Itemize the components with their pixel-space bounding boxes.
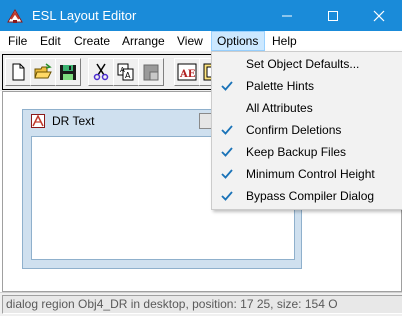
menu-item-label: All Attributes xyxy=(246,101,313,115)
cut-scissors-icon xyxy=(93,63,109,81)
menu-item-label: Palette Hints xyxy=(246,79,315,93)
maximize-icon xyxy=(328,11,338,21)
checkmark-icon xyxy=(221,81,233,91)
region-title: DR Text xyxy=(52,114,95,128)
copy-icon: A A xyxy=(117,63,134,81)
new-file-icon xyxy=(12,63,25,81)
menu-item-all-attributes[interactable]: All Attributes xyxy=(212,97,402,119)
checkmark-icon xyxy=(221,191,233,201)
new-button[interactable] xyxy=(5,58,31,86)
paste-button[interactable] xyxy=(138,58,164,86)
svg-text:A: A xyxy=(125,71,131,80)
checkmark-icon xyxy=(221,147,233,157)
region-icon xyxy=(31,114,45,128)
menu-item-set-object-defaults[interactable]: Set Object Defaults... xyxy=(212,53,402,75)
menu-view[interactable]: View xyxy=(172,32,208,50)
options-menu: Set Object Defaults... Palette Hints All… xyxy=(211,51,402,210)
maximize-button[interactable] xyxy=(310,0,356,31)
menu-options[interactable]: Options xyxy=(211,31,265,51)
menu-help[interactable]: Help xyxy=(267,32,302,50)
menu-edit[interactable]: Edit xyxy=(35,32,66,50)
menu-file[interactable]: File xyxy=(3,32,32,50)
app-icon xyxy=(7,9,23,23)
open-button[interactable] xyxy=(30,58,56,86)
cut-button[interactable] xyxy=(88,58,114,86)
window-title: ESL Layout Editor xyxy=(32,8,137,23)
minimize-button[interactable] xyxy=(264,0,310,31)
menu-item-bypass-compiler-dialog[interactable]: Bypass Compiler Dialog xyxy=(212,185,402,207)
checkmark-icon xyxy=(221,169,233,179)
svg-text:AE: AE xyxy=(179,69,196,80)
text-tool-button[interactable]: AE xyxy=(174,58,200,86)
text-tool-icon: AE xyxy=(177,63,197,81)
menu-item-label: Confirm Deletions xyxy=(246,123,342,137)
menu-item-minimum-control-height[interactable]: Minimum Control Height xyxy=(212,163,402,185)
copy-button[interactable]: A A xyxy=(113,58,139,86)
menu-bar: File Edit Create Arrange View Options He… xyxy=(0,31,402,51)
menu-create[interactable]: Create xyxy=(69,32,115,50)
menu-item-label: Minimum Control Height xyxy=(246,167,375,181)
app-window: ESL Layout Editor File Edit Create Arran… xyxy=(0,0,402,316)
paste-icon xyxy=(143,64,159,81)
open-folder-icon xyxy=(34,63,52,79)
menu-item-palette-hints[interactable]: Palette Hints xyxy=(212,75,402,97)
minimize-icon xyxy=(282,15,292,17)
checkmark-icon xyxy=(221,125,233,135)
menu-item-label: Keep Backup Files xyxy=(246,145,347,159)
close-icon xyxy=(373,10,385,22)
title-bar[interactable]: ESL Layout Editor xyxy=(0,0,402,31)
status-bar: dialog region Obj4_DR in desktop, positi… xyxy=(0,292,402,316)
menu-item-label: Set Object Defaults... xyxy=(246,57,360,71)
save-button[interactable] xyxy=(55,58,81,86)
svg-text:A: A xyxy=(120,66,125,74)
menu-item-label: Bypass Compiler Dialog xyxy=(246,189,375,203)
status-text: dialog region Obj4_DR in desktop, positi… xyxy=(2,295,402,314)
menu-item-confirm-deletions[interactable]: Confirm Deletions xyxy=(212,119,402,141)
menu-item-keep-backup-files[interactable]: Keep Backup Files xyxy=(212,141,402,163)
close-button[interactable] xyxy=(356,0,402,31)
save-disk-icon xyxy=(60,65,76,80)
menu-arrange[interactable]: Arrange xyxy=(117,32,170,50)
